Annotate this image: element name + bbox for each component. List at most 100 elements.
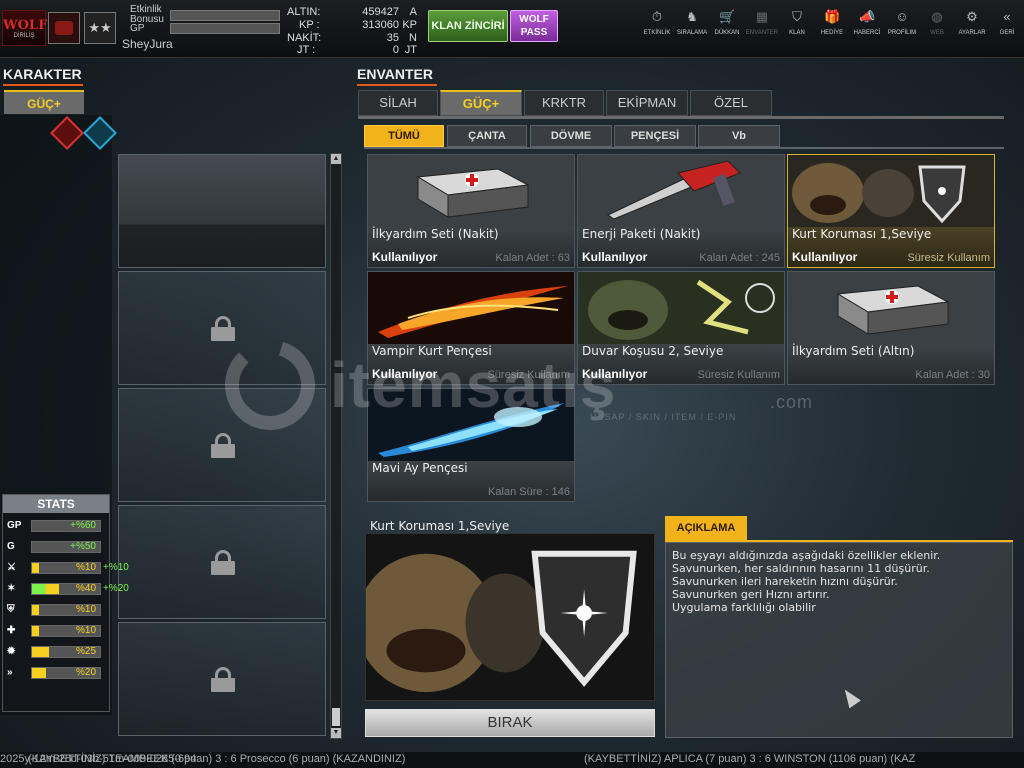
item-name: Enerji Paketi (Nakit) — [582, 227, 701, 241]
event-bonus-label: Etkinlik Bonusu — [130, 4, 164, 25]
scroll-thumb[interactable] — [332, 708, 340, 726]
item-card-blue-moon-claw[interactable]: Mavi Ay Pençesi Kalan Süre : 146 — [367, 388, 575, 502]
description-header: AÇIKLAMA — [665, 516, 747, 540]
stat-bar-fill — [32, 647, 49, 657]
lock-icon — [211, 667, 235, 692]
item-meta: Kalan Adet : 245 — [699, 252, 780, 264]
nav-label: GERİ — [999, 30, 1015, 36]
equip-slot-1[interactable] — [118, 154, 326, 268]
item-card-first-aid-cash[interactable]: İlkyardım Seti (Nakit) Kullanılıyor Kala… — [367, 154, 575, 268]
cart-icon: 🛒 — [719, 9, 736, 24]
stats-title: STATS — [3, 495, 109, 513]
stat-value: %10 — [75, 625, 96, 636]
item-card-energy-pack[interactable]: Enerji Paketi (Nakit) Kullanılıyor Kalan… — [577, 154, 785, 268]
nav-shield-button[interactable]: ⛉ KLAN — [780, 10, 814, 40]
nav-label: AYARLAR — [958, 30, 986, 36]
nav-megaphone-button[interactable]: 📣 HABERCİ — [850, 10, 884, 40]
energy-injector-icon — [578, 155, 784, 227]
nav-stopwatch-button[interactable]: ⏱ ETKİNLİK — [640, 10, 674, 40]
item-card-vampire-claw[interactable]: Vampir Kurt Pençesi Kullanılıyor Süresiz… — [367, 271, 575, 385]
description-line: Bu eşyayı aldığınızda aşağıdaki özellikl… — [672, 549, 941, 562]
subtab-bag[interactable]: ÇANTA — [447, 125, 527, 147]
nav-back-button[interactable]: « GERİ — [990, 10, 1024, 40]
stat-value: +%50 — [70, 541, 96, 552]
item-card-wolf-protection[interactable]: Kurt Koruması 1,Seviye Kullanılıyor Süre… — [787, 154, 995, 268]
stat-bar: %20 — [31, 667, 101, 679]
scroll-up-arrow-icon[interactable]: ▲ — [331, 154, 341, 164]
nav-cart-button[interactable]: 🛒 DÜKKAN — [710, 10, 744, 40]
top-bar: WOLF DİRİLİŞ ★★ Etkinlik Bonusu GP SheyJ… — [0, 0, 1024, 58]
gp-bar — [170, 23, 280, 34]
currency-jt: JT :0 JT — [297, 44, 417, 56]
attack-icon: ⚔ — [7, 562, 16, 573]
nav-label: KLAN — [789, 30, 805, 36]
gear-icon: ⚙ — [966, 9, 978, 24]
tab-special[interactable]: ÖZEL — [690, 90, 772, 116]
stat-bar: %25 — [31, 646, 101, 658]
megaphone-icon: 📣 — [859, 9, 876, 24]
item-name: Mavi Ay Pençesi — [372, 461, 468, 475]
detail-item-name: Kurt Koruması 1,Seviye — [370, 519, 510, 533]
scroll-down-arrow-icon[interactable]: ▼ — [331, 728, 341, 738]
wolf-head-icon: ♞ — [686, 9, 698, 24]
description-line: Savunurken, her saldırının hasarını 11 d… — [672, 562, 930, 575]
stopwatch-icon: ⏱ — [651, 9, 663, 24]
nav-inventory-button[interactable]: ▦ ENVANTER — [745, 10, 779, 40]
subtab-all[interactable]: TÜMÜ — [364, 125, 444, 147]
bottom-ticker: 2025y-12m-28d-03h-51m-009-0285-694 (KAYB… — [0, 752, 1024, 768]
tab-character[interactable]: KRKTR — [524, 90, 604, 116]
nav-label: ENVANTER — [745, 30, 779, 36]
description-panel: Bu eşyayı aldığınızda aşağıdaki özellikl… — [665, 542, 1013, 738]
critical-icon: ✹ — [7, 646, 16, 657]
lock-icon — [211, 316, 235, 341]
tab-equipment[interactable]: EKİPMAN — [606, 90, 688, 116]
first-aid-kit-icon — [368, 155, 574, 227]
subtab-claw[interactable]: PENÇESİ — [614, 125, 696, 147]
tab-weapon[interactable]: SİLAH — [358, 90, 438, 116]
equip-slot-3[interactable] — [118, 388, 326, 502]
stat-value: %20 — [75, 667, 96, 678]
tab-power-up[interactable]: GÜÇ+ — [440, 90, 522, 116]
stat-bar: %10 — [31, 625, 101, 637]
clan-chain-button[interactable]: KLAN ZİNCİRİ — [428, 10, 508, 42]
ticker-match-result: (KAYBETTİNİZ) APLICA (7 puan) 3 : 6 WINS… — [584, 753, 916, 765]
subtab-tattoo[interactable]: DÖVME — [530, 125, 612, 147]
item-name: İlkyardım Seti (Nakit) — [372, 227, 499, 241]
back-icon: « — [1003, 9, 1011, 24]
slots-scrollbar[interactable]: ▲ ▼ — [330, 153, 342, 739]
nav-wolf-head-button[interactable]: ♞ SIRALAMA — [675, 10, 709, 40]
drop-button[interactable]: BIRAK — [365, 709, 655, 737]
stat-row: G +%50 — [7, 540, 127, 554]
equip-slot-2[interactable] — [118, 271, 326, 385]
stat-bonus: +%10 — [103, 562, 129, 573]
stat-row: ✹ %25 — [7, 645, 127, 659]
nav-globe-button[interactable]: ◍ WEB — [920, 10, 954, 40]
stat-row: ✚ %10 — [7, 624, 127, 638]
subtab-other[interactable]: Vb — [698, 125, 780, 147]
clan-emblem[interactable] — [48, 12, 80, 44]
nav-profile-button[interactable]: ☺ PROFİLIM — [885, 10, 919, 40]
blue-moon-claw-icon — [368, 389, 574, 461]
game-logo-text: WOLF — [3, 18, 48, 33]
dash-icon: » — [7, 667, 13, 678]
stat-value: %10 — [75, 604, 96, 615]
item-card-first-aid-gold[interactable]: İlkyardım Seti (Altın) Kalan Adet : 30 — [787, 271, 995, 385]
nav-gift-button[interactable]: 🎁 HEDİYE — [815, 10, 849, 40]
stat-bar-fill — [32, 626, 39, 636]
item-name: Vampir Kurt Pençesi — [372, 344, 492, 358]
wolf-pass-button[interactable]: WOLF PASS — [510, 10, 558, 42]
tab-power-up-left[interactable]: GÜÇ+ — [4, 90, 84, 114]
g-icon: G — [7, 541, 15, 552]
item-status: Kullanılıyor — [372, 367, 438, 381]
game-logo-subtext: DİRİLİŞ — [13, 33, 35, 39]
item-card-wall-run[interactable]: Duvar Koşusu 2, Seviye Kullanılıyor Süre… — [577, 271, 785, 385]
equip-slot-5[interactable] — [118, 622, 326, 736]
stats-panel: STATS GP +%60 G +%50 ⚔ %10 +%10 ✶ %40 +%20 ⛨ %10 ✚ %1… — [2, 494, 129, 712]
equip-slot-4[interactable] — [118, 505, 326, 619]
wolf-shield-icon — [788, 155, 994, 227]
item-meta: Süresiz Kullanım — [697, 369, 780, 381]
nav-gear-button[interactable]: ⚙ AYARLAR — [955, 10, 989, 40]
item-name: İlkyardım Seti (Altın) — [792, 344, 915, 358]
gift-icon: 🎁 — [824, 9, 841, 24]
defense-icon: ⛨ — [7, 604, 15, 615]
